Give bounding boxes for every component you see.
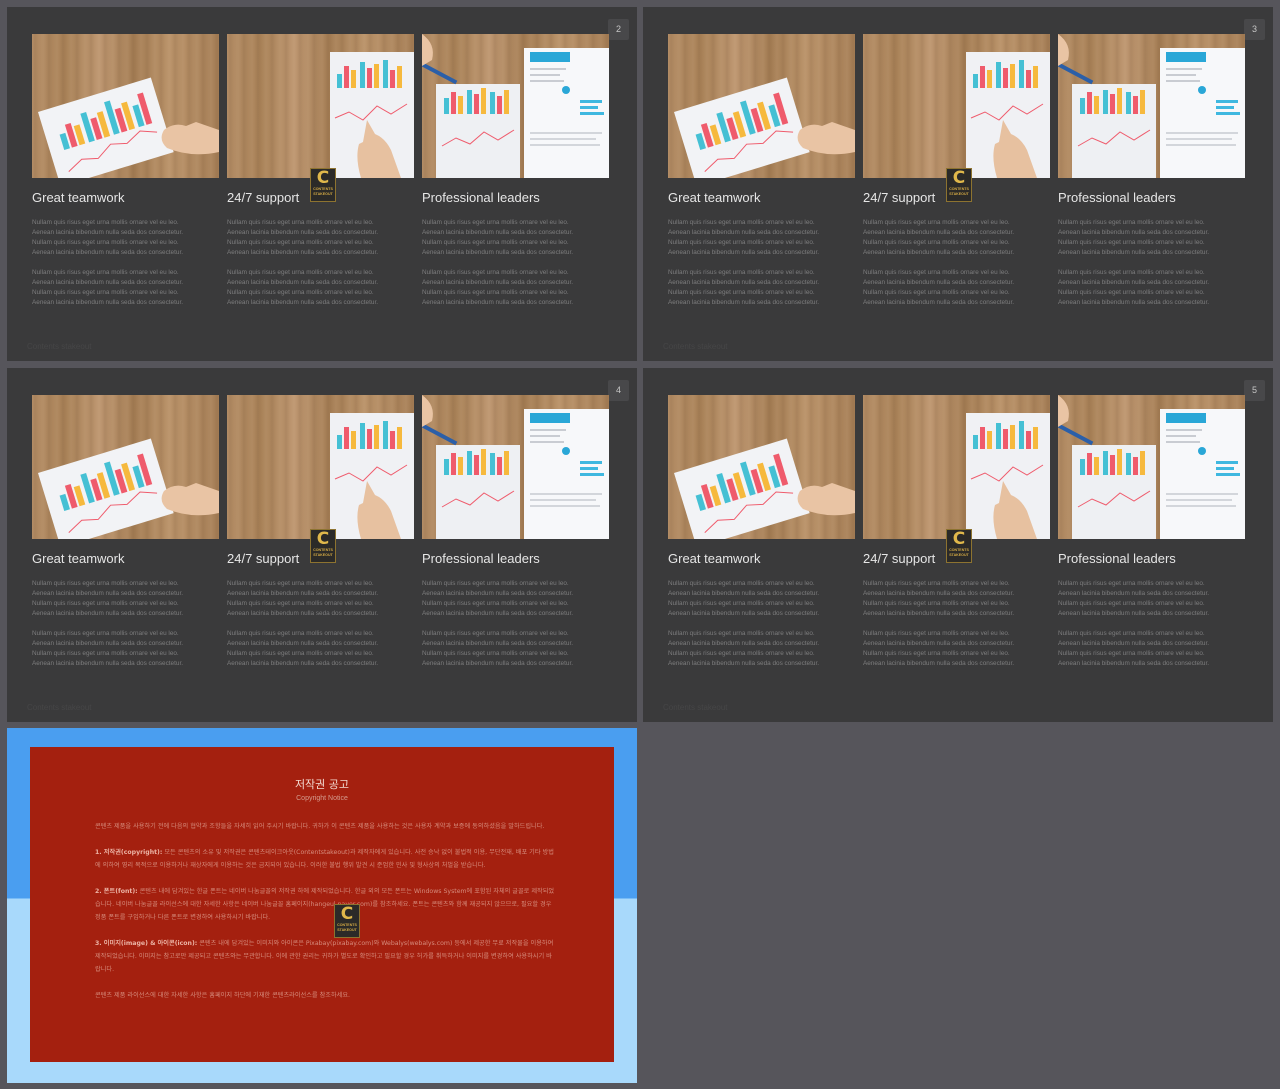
photo	[422, 34, 609, 178]
photo	[227, 34, 414, 178]
column-paragraph: Nullam quis risus eget urna mollis ornar…	[668, 630, 819, 667]
watermark-logo: C CONTENTS STAKEOUT	[946, 529, 972, 563]
watermark-logo: C CONTENTS STAKEOUT	[946, 168, 972, 202]
column-paragraph: Nullam quis risus eget urna mollis ornar…	[32, 219, 183, 256]
photo	[1058, 395, 1245, 539]
copyright-outro: 콘텐츠 제품 라이선스에 대한 자세한 사항은 홈페이지 하단에 기재한 콘텐츠…	[95, 992, 351, 999]
slide-thumbnail[interactable]: 4 Great teamwork Nullam quis risus eget …	[7, 368, 637, 722]
column-paragraph: Nullam quis risus eget urna mollis ornar…	[227, 630, 378, 667]
column-title: Professional leaders	[422, 190, 540, 205]
slide-footer: Contents stakeout	[27, 703, 92, 712]
column-paragraph: Nullam quis risus eget urna mollis ornar…	[227, 219, 378, 256]
bar-chart-paper-image	[674, 77, 855, 178]
chart-paper-image	[330, 413, 414, 539]
watermark-logo: C CONTENTS STAKEOUT	[334, 904, 360, 938]
slide-number: 2	[608, 19, 629, 40]
slide-thumbnail[interactable]: 2 Great teamwork Nullam quis risus eget …	[7, 7, 637, 361]
column-paragraph: Nullam quis risus eget urna mollis ornar…	[422, 269, 573, 306]
column-title: Great teamwork	[668, 551, 761, 566]
slide-thumbnail[interactable]: 3 Great teamwork Nullam quis risus eget …	[643, 7, 1273, 361]
copyright-title: 저작권 공고	[294, 778, 350, 791]
column-paragraph: Nullam quis risus eget urna mollis ornar…	[32, 269, 183, 306]
slide-footer: Contents stakeout	[663, 342, 728, 351]
copyright-section: 1. 저작권(copyright): 모든 콘텐츠의 소유 및 저작권은 콘텐츠…	[95, 849, 554, 869]
watermark-logo: C CONTENTS STAKEOUT	[310, 529, 336, 563]
slide-number: 5	[1244, 380, 1265, 401]
photo	[422, 395, 609, 539]
copyright-body: 콘텐츠 제품을 사용하기 전에 다음의 협약과 조항들을 자세히 읽어 주시기 …	[95, 820, 555, 1015]
photo	[668, 395, 855, 539]
column-paragraph: Nullam quis risus eget urna mollis ornar…	[668, 580, 819, 617]
column-paragraph: Nullam quis risus eget urna mollis ornar…	[863, 269, 1014, 306]
column-paragraph: Nullam quis risus eget urna mollis ornar…	[1058, 630, 1209, 667]
feature-column: Professional leaders Nullam quis risus e…	[1058, 395, 1245, 669]
column-paragraph: Nullam quis risus eget urna mollis ornar…	[422, 219, 573, 256]
column-title: Great teamwork	[32, 551, 125, 566]
slide-thumbnail[interactable]: 5 Great teamwork Nullam quis risus eget …	[643, 368, 1273, 722]
bar-chart-paper-image	[38, 438, 219, 539]
bar-chart-paper-image	[38, 77, 219, 178]
report-pages-image	[1058, 34, 1245, 178]
slide-footer: Contents stakeout	[27, 342, 92, 351]
column-title: Professional leaders	[422, 551, 540, 566]
feature-column: Professional leaders Nullam quis risus e…	[1058, 34, 1245, 308]
column-paragraph: Nullam quis risus eget urna mollis ornar…	[863, 219, 1014, 256]
column-paragraph: Nullam quis risus eget urna mollis ornar…	[32, 580, 183, 617]
photo	[32, 34, 219, 178]
feature-column: Great teamwork Nullam quis risus eget ur…	[32, 395, 219, 669]
column-paragraph: Nullam quis risus eget urna mollis ornar…	[1058, 219, 1209, 256]
copyright-intro: 콘텐츠 제품을 사용하기 전에 다음의 협약과 조항들을 자세히 읽어 주시기 …	[95, 823, 545, 830]
column-title: Great teamwork	[668, 190, 761, 205]
slide-footer: Contents stakeout	[663, 703, 728, 712]
column-paragraph: Nullam quis risus eget urna mollis ornar…	[227, 580, 378, 617]
chart-paper-image	[966, 52, 1050, 178]
photo	[227, 395, 414, 539]
report-pages-image	[422, 395, 609, 539]
feature-column: Great teamwork Nullam quis risus eget ur…	[668, 395, 855, 669]
column-paragraph: Nullam quis risus eget urna mollis ornar…	[32, 630, 183, 667]
column-paragraph: Nullam quis risus eget urna mollis ornar…	[668, 269, 819, 306]
column-paragraph: Nullam quis risus eget urna mollis ornar…	[422, 630, 573, 667]
chart-paper-image	[966, 413, 1050, 539]
report-pages-image	[1058, 395, 1245, 539]
column-paragraph: Nullam quis risus eget urna mollis ornar…	[1058, 580, 1209, 617]
slide-number: 3	[1244, 19, 1265, 40]
column-paragraph: Nullam quis risus eget urna mollis ornar…	[863, 630, 1014, 667]
feature-column: Professional leaders Nullam quis risus e…	[422, 395, 609, 669]
chart-paper-image	[330, 52, 414, 178]
copyright-section: 3. 이미지(image) & 아이콘(icon): 콘텐츠 내에 담겨있는 이…	[95, 940, 554, 973]
photo	[1058, 34, 1245, 178]
report-pages-image	[422, 34, 609, 178]
column-paragraph: Nullam quis risus eget urna mollis ornar…	[227, 269, 378, 306]
copyright-panel: 저작권 공고 Copyright Notice 콘텐츠 제품을 사용하기 전에 …	[30, 747, 614, 1062]
bar-chart-paper-image	[674, 438, 855, 539]
column-title: Professional leaders	[1058, 190, 1176, 205]
copyright-subtitle: Copyright Notice	[296, 795, 348, 802]
feature-column: Great teamwork Nullam quis risus eget ur…	[32, 34, 219, 308]
column-paragraph: Nullam quis risus eget urna mollis ornar…	[863, 580, 1014, 617]
photo	[863, 34, 1050, 178]
feature-column: Professional leaders Nullam quis risus e…	[422, 34, 609, 308]
slide-number: 4	[608, 380, 629, 401]
column-paragraph: Nullam quis risus eget urna mollis ornar…	[668, 219, 819, 256]
watermark-logo: C CONTENTS STAKEOUT	[310, 168, 336, 202]
copyright-slide[interactable]: 저작권 공고 Copyright Notice 콘텐츠 제품을 사용하기 전에 …	[7, 728, 637, 1083]
feature-column: Great teamwork Nullam quis risus eget ur…	[668, 34, 855, 308]
photo	[32, 395, 219, 539]
photo	[668, 34, 855, 178]
column-title: Professional leaders	[1058, 551, 1176, 566]
column-paragraph: Nullam quis risus eget urna mollis ornar…	[1058, 269, 1209, 306]
photo	[863, 395, 1050, 539]
copyright-section: 2. 폰트(font): 콘텐츠 내에 담겨있는 한글 폰트는 네이버 나눔글꼴…	[95, 888, 555, 921]
column-title: Great teamwork	[32, 190, 125, 205]
column-paragraph: Nullam quis risus eget urna mollis ornar…	[422, 580, 573, 617]
